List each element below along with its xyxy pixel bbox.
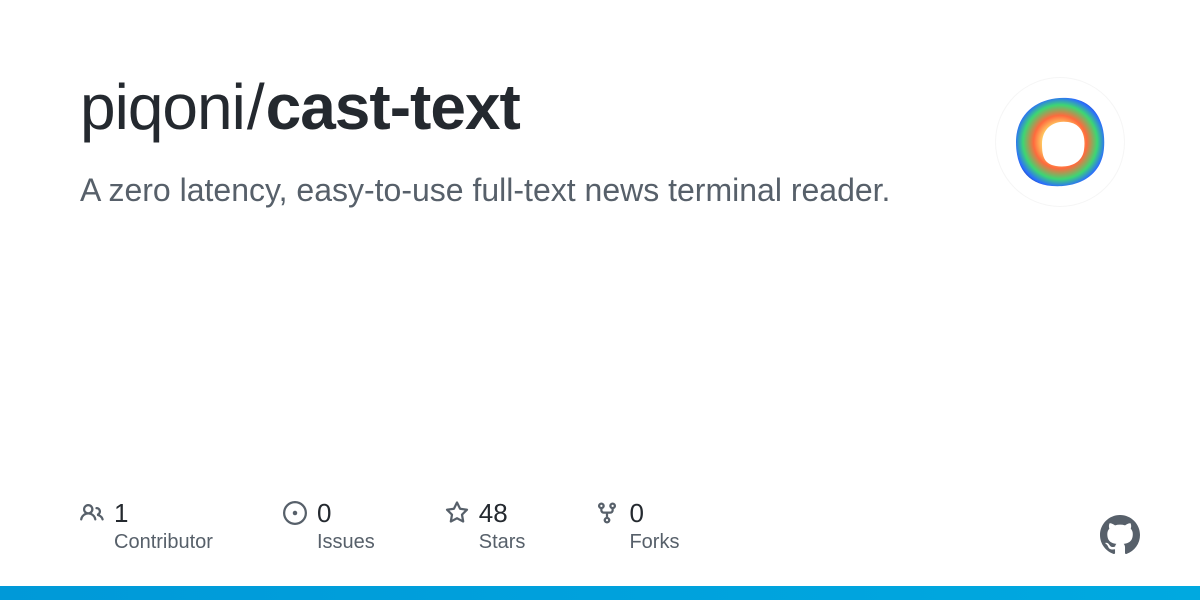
stat-stars[interactable]: 48 Stars [445, 498, 526, 554]
repo-stats: 1 Contributor 0 Issues 48 Stars [80, 498, 679, 554]
stat-forks[interactable]: 0 Forks [595, 498, 679, 554]
language-color-bar [0, 586, 1200, 600]
repo-description: A zero latency, easy-to-use full-text ne… [80, 168, 900, 213]
stat-issues[interactable]: 0 Issues [283, 498, 375, 554]
fork-icon [595, 501, 619, 530]
forks-count: 0 [629, 498, 679, 529]
star-icon [445, 501, 469, 530]
stat-contributors[interactable]: 1 Contributor [80, 498, 213, 554]
issues-label: Issues [317, 531, 375, 554]
issue-icon [283, 501, 307, 530]
repo-separator: / [247, 71, 264, 143]
repo-title: piqoni/cast-text [80, 72, 996, 142]
issues-count: 0 [317, 498, 375, 529]
repo-name[interactable]: cast-text [266, 71, 520, 143]
forks-label: Forks [629, 531, 679, 554]
github-logo-icon[interactable] [1100, 515, 1140, 560]
stars-count: 48 [479, 498, 526, 529]
people-icon [80, 501, 104, 530]
contributors-label: Contributor [114, 531, 213, 554]
repo-owner[interactable]: piqoni [80, 71, 245, 143]
stars-label: Stars [479, 531, 526, 554]
repo-avatar[interactable] [996, 78, 1124, 206]
contributors-count: 1 [114, 498, 213, 529]
